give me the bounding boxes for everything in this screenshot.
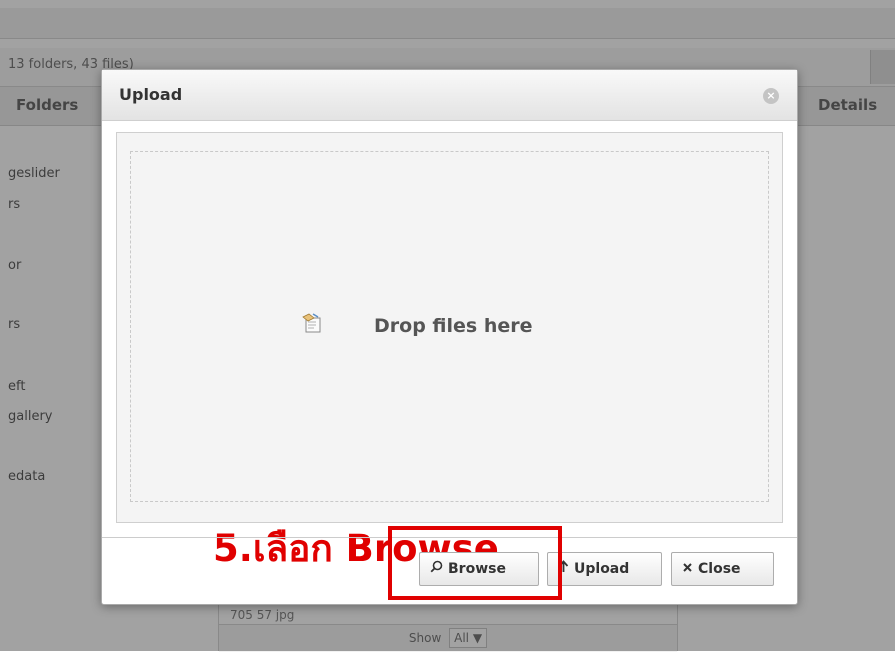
file-drop-icon [301,312,323,334]
close-label: Close [698,561,741,577]
dialog-title: Upload [119,85,183,104]
drop-area[interactable]: Drop files here 5.เลือก Browse [116,132,783,570]
browse-highlight-box [388,526,562,600]
drop-zone[interactable]: Drop files here [130,151,769,502]
upload-button[interactable]: Upload [547,552,662,586]
upload-label: Upload [574,561,630,577]
drop-files-text: Drop files here [374,315,533,337]
dialog-titlebar: Upload × [102,70,797,121]
close-x-icon [682,554,693,586]
close-icon[interactable]: × [763,88,779,104]
close-button[interactable]: Close [671,552,774,586]
upload-dialog: Upload × Drop files here 5.เลือก Browse … [101,69,798,605]
annotation-step: 5. [213,527,253,570]
